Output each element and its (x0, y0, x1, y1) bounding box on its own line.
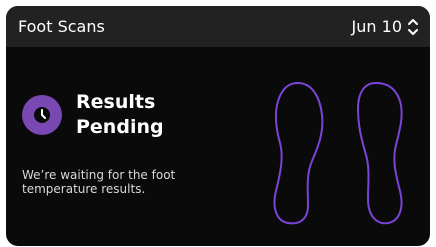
feet-outline-illustration (273, 81, 403, 225)
chevron-down-icon[interactable] (407, 28, 419, 36)
status-block: Results Pending (22, 90, 164, 140)
status-title: Results Pending (76, 90, 164, 140)
clock-icon (22, 95, 62, 135)
description-line-2: temperature results. (22, 182, 146, 196)
chevron-up-icon[interactable] (407, 18, 419, 26)
date-stepper[interactable] (406, 18, 420, 36)
foot-scans-card[interactable]: Foot Scans Jun 10 Results Pending We’re … (6, 6, 430, 246)
status-line-1: Results (76, 91, 156, 113)
left-foot-outline (273, 81, 324, 225)
status-line-2: Pending (76, 116, 164, 138)
date-label: Jun 10 (351, 17, 402, 36)
date-selector[interactable]: Jun 10 (352, 17, 420, 36)
card-header: Foot Scans Jun 10 (6, 6, 430, 47)
right-foot-outline (356, 81, 403, 225)
description-line-1: We’re waiting for the foot (22, 168, 176, 182)
status-description: We’re waiting for the foot temperature r… (22, 168, 212, 196)
card-title: Foot Scans (18, 17, 105, 36)
